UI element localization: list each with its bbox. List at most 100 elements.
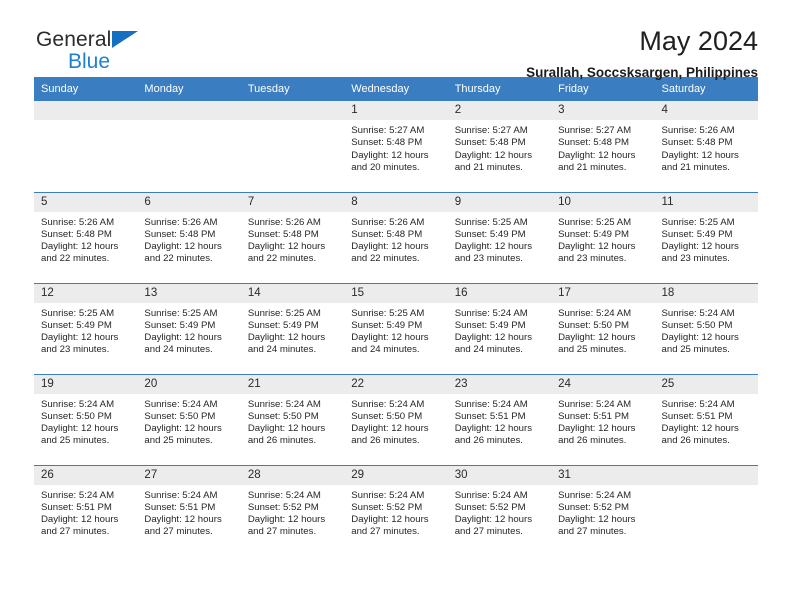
day-cell[interactable]: 18 Sunrise: 5:24 AM Sunset: 5:50 PM Dayl… (654, 282, 758, 374)
day-cell[interactable]: 3 Sunrise: 5:27 AM Sunset: 5:48 PM Dayli… (551, 101, 655, 192)
day-cell[interactable]: 5 Sunrise: 5:26 AM Sunset: 5:48 PM Dayli… (34, 191, 138, 283)
day-info: Sunrise: 5:26 AM Sunset: 5:48 PM Dayligh… (137, 212, 240, 266)
day-cell[interactable]: 25 Sunrise: 5:24 AM Sunset: 5:51 PM Dayl… (654, 373, 758, 465)
sunset-text: Sunset: 5:50 PM (144, 410, 216, 422)
day-cell[interactable]: 19 Sunrise: 5:24 AM Sunset: 5:50 PM Dayl… (34, 373, 138, 465)
day-cell[interactable]: 12 Sunrise: 5:25 AM Sunset: 5:49 PM Dayl… (34, 282, 138, 374)
daylight-text-line2: and 21 minutes. (661, 161, 730, 173)
day-cell[interactable]: 31 Sunrise: 5:24 AM Sunset: 5:52 PM Dayl… (551, 464, 655, 556)
day-cell[interactable] (240, 101, 345, 192)
sunset-text: Sunset: 5:52 PM (247, 501, 319, 513)
day-number: 28 (240, 465, 345, 485)
day-cell[interactable]: 27 Sunrise: 5:24 AM Sunset: 5:51 PM Dayl… (137, 464, 241, 556)
weekday-header-wednesday: Wednesday (344, 77, 448, 101)
weekday-header-saturday: Saturday (654, 77, 758, 101)
day-number: 20 (137, 374, 241, 394)
sunset-text: Sunset: 5:52 PM (351, 501, 423, 513)
sunrise-text: Sunrise: 5:24 AM (144, 489, 218, 501)
daylight-text-line2: and 25 minutes. (558, 344, 627, 356)
daylight-text-line1: Daylight: 12 hours (558, 241, 636, 253)
day-cell[interactable]: 7 Sunrise: 5:26 AM Sunset: 5:48 PM Dayli… (240, 191, 345, 283)
sunrise-text: Sunrise: 5:25 AM (454, 216, 528, 228)
day-cell[interactable]: 11 Sunrise: 5:25 AM Sunset: 5:49 PM Dayl… (654, 191, 758, 283)
day-cell[interactable]: 20 Sunrise: 5:24 AM Sunset: 5:50 PM Dayl… (137, 373, 241, 465)
weekday-header-friday: Friday (551, 77, 655, 101)
day-cell[interactable]: 1 Sunrise: 5:27 AM Sunset: 5:48 PM Dayli… (344, 101, 448, 192)
sunset-text: Sunset: 5:51 PM (661, 410, 733, 422)
weekday-header-monday: Monday (137, 77, 241, 101)
day-cell[interactable] (654, 464, 758, 556)
day-info: Sunrise: 5:26 AM Sunset: 5:48 PM Dayligh… (344, 212, 447, 266)
daylight-text-line1: Daylight: 12 hours (41, 514, 119, 526)
day-cell[interactable]: 28 Sunrise: 5:24 AM Sunset: 5:52 PM Dayl… (240, 464, 345, 556)
daylight-text-line1: Daylight: 12 hours (454, 423, 533, 435)
day-cell[interactable]: 2 Sunrise: 5:27 AM Sunset: 5:48 PM Dayli… (447, 101, 552, 192)
day-number: 25 (654, 374, 758, 394)
day-info: Sunrise: 5:27 AM Sunset: 5:48 PM Dayligh… (344, 120, 447, 174)
day-info: Sunrise: 5:24 AM Sunset: 5:51 PM Dayligh… (448, 394, 551, 448)
day-number: 30 (447, 465, 552, 485)
generalblue-logo[interactable]: General Blue (34, 26, 139, 73)
day-number: 4 (654, 101, 758, 120)
daylight-text-line1: Daylight: 12 hours (661, 332, 739, 344)
day-cell[interactable]: 6 Sunrise: 5:26 AM Sunset: 5:48 PM Dayli… (137, 191, 241, 283)
day-cell[interactable]: 29 Sunrise: 5:24 AM Sunset: 5:52 PM Dayl… (344, 464, 448, 556)
daylight-text-line2: and 26 minutes. (351, 435, 420, 447)
sunrise-text: Sunrise: 5:24 AM (247, 398, 321, 410)
day-info: Sunrise: 5:24 AM Sunset: 5:52 PM Dayligh… (448, 485, 551, 539)
sunrise-text: Sunrise: 5:26 AM (247, 216, 321, 228)
day-cell[interactable] (137, 101, 241, 192)
day-cell[interactable]: 14 Sunrise: 5:25 AM Sunset: 5:49 PM Dayl… (240, 282, 345, 374)
sunset-text: Sunset: 5:49 PM (454, 228, 526, 240)
daylight-text-line1: Daylight: 12 hours (247, 423, 326, 435)
day-cell[interactable]: 26 Sunrise: 5:24 AM Sunset: 5:51 PM Dayl… (34, 464, 138, 556)
day-cell[interactable] (34, 101, 138, 192)
day-info: Sunrise: 5:24 AM Sunset: 5:51 PM Dayligh… (655, 394, 758, 448)
day-number: 18 (654, 283, 758, 303)
day-info: Sunrise: 5:24 AM Sunset: 5:51 PM Dayligh… (551, 394, 654, 448)
day-cell[interactable]: 13 Sunrise: 5:25 AM Sunset: 5:49 PM Dayl… (137, 282, 241, 374)
day-cell[interactable]: 16 Sunrise: 5:24 AM Sunset: 5:49 PM Dayl… (447, 282, 552, 374)
sunset-text: Sunset: 5:50 PM (351, 410, 423, 422)
day-number: 6 (137, 192, 241, 212)
location-subtitle: Surallah, Soccsksargen, Philippines (526, 65, 758, 80)
sunset-text: Sunset: 5:48 PM (247, 228, 319, 240)
sunset-text: Sunset: 5:50 PM (247, 410, 319, 422)
daylight-text-line2: and 24 minutes. (247, 344, 317, 356)
daylight-text-line2: and 22 minutes. (247, 253, 317, 265)
day-cell[interactable]: 24 Sunrise: 5:24 AM Sunset: 5:51 PM Dayl… (551, 373, 655, 465)
daylight-text-line1: Daylight: 12 hours (247, 514, 326, 526)
sunrise-text: Sunrise: 5:24 AM (351, 398, 425, 410)
day-cell[interactable]: 8 Sunrise: 5:26 AM Sunset: 5:48 PM Dayli… (344, 191, 448, 283)
daylight-text-line2: and 27 minutes. (351, 526, 420, 538)
day-cell[interactable]: 4 Sunrise: 5:26 AM Sunset: 5:48 PM Dayli… (654, 101, 758, 192)
sunrise-text: Sunrise: 5:25 AM (41, 307, 115, 319)
daylight-text-line2: and 22 minutes. (351, 253, 420, 265)
day-info: Sunrise: 5:26 AM Sunset: 5:48 PM Dayligh… (241, 212, 344, 266)
day-info: Sunrise: 5:24 AM Sunset: 5:50 PM Dayligh… (241, 394, 344, 448)
day-cell[interactable]: 21 Sunrise: 5:24 AM Sunset: 5:50 PM Dayl… (240, 373, 345, 465)
day-cell[interactable]: 23 Sunrise: 5:24 AM Sunset: 5:51 PM Dayl… (447, 373, 552, 465)
sunset-text: Sunset: 5:49 PM (661, 228, 733, 240)
day-cell[interactable]: 9 Sunrise: 5:25 AM Sunset: 5:49 PM Dayli… (447, 191, 552, 283)
page-header: General Blue May 2024 Surallah, Soccsksa… (34, 0, 758, 80)
day-number: 5 (34, 192, 138, 212)
day-cell[interactable]: 17 Sunrise: 5:24 AM Sunset: 5:50 PM Dayl… (551, 282, 655, 374)
sunset-text: Sunset: 5:48 PM (661, 137, 733, 149)
daylight-text-line1: Daylight: 12 hours (351, 332, 429, 344)
day-cell[interactable]: 22 Sunrise: 5:24 AM Sunset: 5:50 PM Dayl… (344, 373, 448, 465)
daylight-text-line1: Daylight: 12 hours (661, 423, 739, 435)
day-info (137, 120, 240, 125)
daylight-text-line2: and 20 minutes. (351, 161, 420, 173)
sunrise-text: Sunrise: 5:24 AM (454, 489, 528, 501)
sunset-text: Sunset: 5:51 PM (454, 410, 526, 422)
day-cell[interactable]: 10 Sunrise: 5:25 AM Sunset: 5:49 PM Dayl… (551, 191, 655, 283)
day-info (241, 120, 344, 125)
daylight-text-line2: and 27 minutes. (144, 526, 213, 538)
day-info: Sunrise: 5:24 AM Sunset: 5:51 PM Dayligh… (137, 485, 240, 539)
day-cell[interactable]: 30 Sunrise: 5:24 AM Sunset: 5:52 PM Dayl… (447, 464, 552, 556)
daylight-text-line1: Daylight: 12 hours (351, 241, 429, 253)
day-info: Sunrise: 5:24 AM Sunset: 5:51 PM Dayligh… (34, 485, 137, 539)
calendar-week-row: 12 Sunrise: 5:25 AM Sunset: 5:49 PM Dayl… (34, 282, 758, 374)
day-cell[interactable]: 15 Sunrise: 5:25 AM Sunset: 5:49 PM Dayl… (344, 282, 448, 374)
